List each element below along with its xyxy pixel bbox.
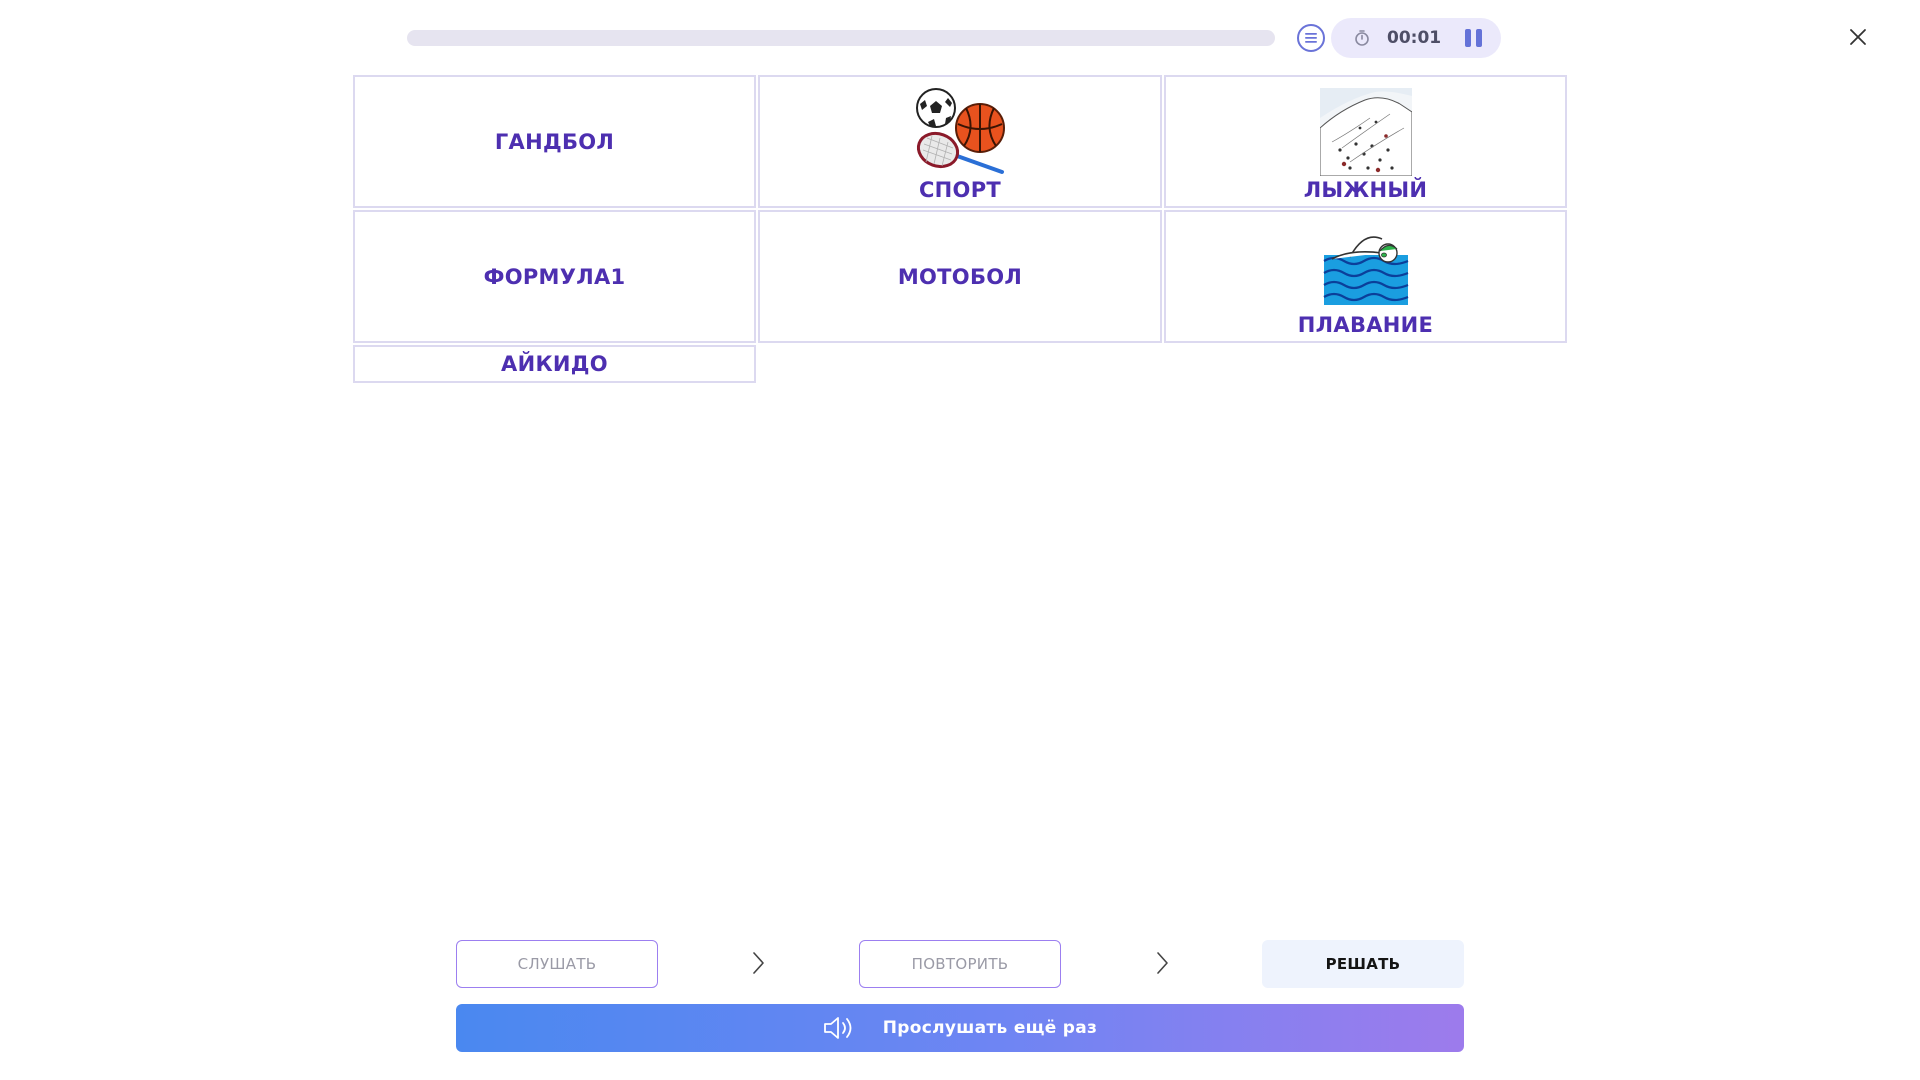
answer-card-5[interactable]: МОТОБОЛ bbox=[758, 210, 1162, 343]
answer-card-4[interactable]: ФОРМУЛА1 bbox=[353, 210, 756, 343]
chevron-right-icon bbox=[753, 952, 764, 974]
pause-button[interactable] bbox=[1461, 25, 1486, 51]
listen-step-label: СЛУШАТЬ bbox=[517, 955, 597, 973]
sports-balls-icon bbox=[914, 88, 1006, 176]
card-label: АЙКИДО bbox=[501, 352, 608, 376]
listen-again-label: Прослушать ещё раз bbox=[882, 1018, 1098, 1038]
card-label: ЛЫЖНЫЙ bbox=[1303, 178, 1428, 202]
answer-card-6[interactable]: ПЛАВАНИЕ bbox=[1164, 210, 1567, 343]
repeat-step-button[interactable]: ПОВТОРИТЬ bbox=[859, 940, 1061, 988]
exercise-screen: 00:01 ГАНДБОЛ СПОРТ ЛЫЖНЫЙ ФОРМУЛА1 МОТО… bbox=[0, 0, 1920, 1080]
answer-card-7[interactable]: АЙКИДО bbox=[353, 345, 756, 383]
pause-icon bbox=[1465, 29, 1471, 47]
timer-value: 00:01 bbox=[1387, 28, 1442, 48]
ski-slope-icon bbox=[1319, 88, 1412, 176]
listen-again-button[interactable]: Прослушать ещё раз bbox=[456, 1004, 1464, 1052]
task-list-button[interactable] bbox=[1297, 24, 1325, 52]
progress-bar bbox=[407, 30, 1275, 46]
swimmer-icon bbox=[1320, 223, 1412, 311]
answer-card-1[interactable]: ГАНДБОЛ bbox=[353, 75, 756, 208]
card-label: ГАНДБОЛ bbox=[494, 129, 615, 154]
close-button[interactable] bbox=[1843, 22, 1873, 52]
answer-card-3[interactable]: ЛЫЖНЫЙ bbox=[1164, 75, 1567, 208]
answer-card-2[interactable]: СПОРТ bbox=[758, 75, 1162, 208]
list-icon bbox=[1305, 33, 1317, 43]
listen-step-button[interactable]: СЛУШАТЬ bbox=[456, 940, 658, 988]
card-label: ПЛАВАНИЕ bbox=[1297, 313, 1434, 337]
card-label: СПОРТ bbox=[918, 178, 1002, 202]
chevron-right-icon bbox=[1157, 952, 1168, 974]
close-icon bbox=[1850, 29, 1866, 45]
speaker-icon bbox=[823, 1017, 852, 1039]
solve-step-label: РЕШАТЬ bbox=[1325, 955, 1401, 973]
repeat-step-label: ПОВТОРИТЬ bbox=[911, 955, 1009, 973]
card-label: ФОРМУЛА1 bbox=[483, 264, 626, 289]
card-label: МОТОБОЛ bbox=[897, 264, 1023, 289]
stopwatch-icon bbox=[1355, 30, 1369, 46]
timer: 00:01 bbox=[1331, 18, 1501, 58]
solve-step-button[interactable]: РЕШАТЬ bbox=[1262, 940, 1464, 988]
